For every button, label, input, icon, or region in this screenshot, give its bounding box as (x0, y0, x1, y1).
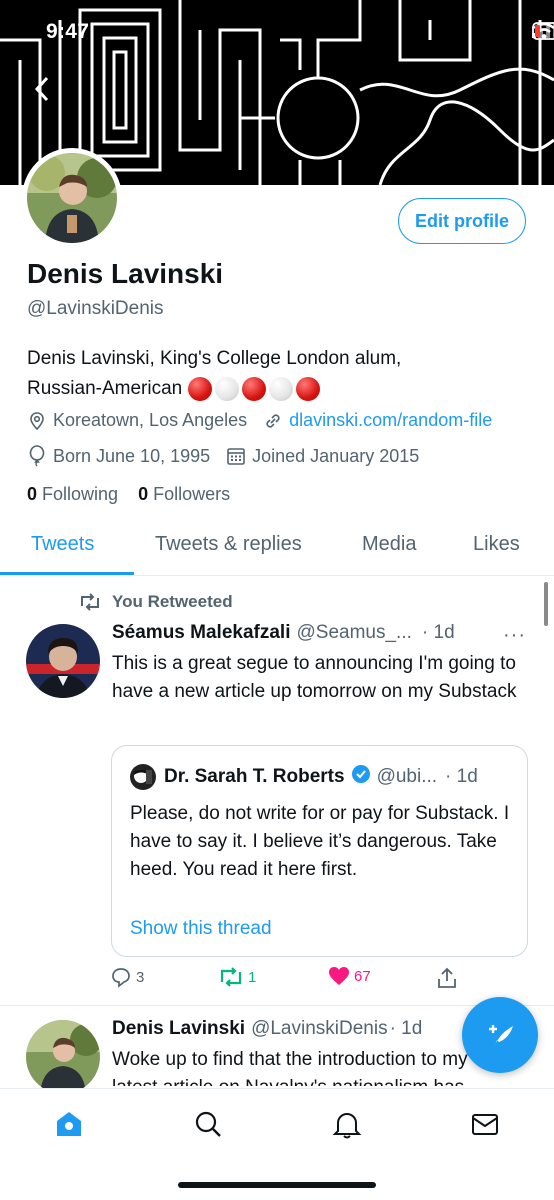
retweet-context-label: You Retweeted (112, 592, 233, 611)
tweet-time: · 1d (389, 1018, 423, 1039)
retweet-icon (78, 592, 102, 612)
profile-location: Koreatown, Los Angeles (53, 410, 248, 430)
quoted-tweet-text: Please, do not write for or pay for Subs… (130, 803, 510, 880)
link-icon (263, 411, 283, 431)
nav-search[interactable] (191, 1107, 225, 1141)
calendar-icon (226, 446, 246, 466)
verified-badge-icon (351, 764, 371, 790)
bio-line-2-text: Russian-American (27, 378, 183, 399)
status-time: 9:47 (46, 20, 90, 43)
tab-tweets-replies[interactable]: Tweets & replies (155, 533, 302, 556)
tweet-header: Denis Lavinski @LavinskiDenis · 1d (112, 1018, 422, 1040)
tweet-actions: 3 1 67 (110, 966, 470, 996)
tweet-author-name[interactable]: Denis Lavinski (112, 1018, 245, 1040)
avatar-image (26, 1020, 100, 1094)
profile-joined: Joined January 2015 (252, 445, 420, 466)
tweet-header: Séamus Malekafzali @Seamus_... · 1d (112, 622, 455, 644)
nav-notifications[interactable] (330, 1107, 364, 1141)
quoted-tweet-time: · 1d (445, 766, 478, 787)
profile-avatar[interactable] (22, 148, 122, 248)
tweet-author-avatar[interactable] (26, 1020, 100, 1094)
tweet-time: · 1d (421, 622, 455, 643)
following-link[interactable]: 0 Following (27, 484, 118, 504)
profile-birthday: Born June 10, 1995 (53, 445, 211, 466)
white-circle-icon (215, 377, 240, 401)
reply-count: 3 (136, 968, 145, 986)
mail-icon (472, 1114, 498, 1135)
profile-handle: @LavinskiDenis (27, 298, 164, 319)
tweet-text: This is a great segue to announcing I'm … (112, 653, 517, 702)
avatar-image (26, 624, 100, 698)
avatar-image (27, 153, 117, 243)
home-indicator (178, 1182, 376, 1188)
share-button[interactable] (436, 966, 462, 990)
tweet-author-avatar[interactable] (26, 624, 100, 698)
profile-meta-row-2: Born June 10, 1995 Joined January 2015 (27, 445, 419, 467)
flag-emoji-circles (188, 377, 321, 401)
tweet-author-name[interactable]: Séamus Malekafzali (112, 622, 290, 644)
followers-count: 0 (138, 484, 149, 504)
quoted-tweet-header: Dr. Sarah T. Roberts @ubi... · 1d (130, 764, 478, 790)
tweet-text: Woke up to find that the introduction to… (112, 1049, 468, 1086)
tab-tweets[interactable]: Tweets (31, 533, 94, 556)
share-icon (436, 966, 458, 990)
chevron-left-icon (34, 76, 49, 102)
tweet-divider (0, 1005, 554, 1006)
nav-messages[interactable] (468, 1107, 502, 1141)
compose-button[interactable] (462, 997, 538, 1073)
following-count: 0 (27, 484, 38, 504)
retweet-button[interactable]: 1 (218, 966, 256, 988)
quoted-author-handle: @ubi... (376, 766, 438, 787)
bio-line-2: Russian-American (27, 374, 537, 404)
compose-icon (489, 1025, 513, 1046)
followers-label: Followers (153, 484, 231, 504)
location-pin-icon (27, 411, 47, 431)
profile-tabs: Tweets Tweets & replies Media Likes (0, 520, 554, 576)
quoted-author-name: Dr. Sarah T. Roberts (164, 766, 345, 787)
retweet-count: 1 (248, 968, 257, 986)
retweet-icon (218, 966, 244, 988)
balloon-icon (27, 445, 47, 467)
profile-website-link[interactable]: dlavinski.com/random-file (289, 410, 492, 431)
red-circle-icon (188, 377, 213, 401)
scrollbar[interactable] (544, 582, 548, 626)
following-label: Following (42, 484, 119, 504)
reply-button[interactable]: 3 (110, 966, 144, 988)
quoted-tweet[interactable]: Dr. Sarah T. Roberts @ubi... · 1d Please… (111, 745, 528, 957)
red-circle-icon (296, 377, 321, 401)
like-count: 67 (354, 967, 371, 985)
followers-link[interactable]: 0 Followers (138, 484, 230, 504)
profile-name: Denis Lavinski (27, 258, 224, 289)
tab-likes[interactable]: Likes (473, 533, 520, 556)
show-thread-link[interactable]: Show this thread (130, 918, 272, 940)
search-icon (195, 1111, 221, 1137)
red-circle-icon (242, 377, 267, 401)
back-button[interactable] (34, 76, 64, 110)
follow-counts: 0 Following 0 Followers (27, 484, 230, 505)
tweet-author-handle: @LavinskiDenis (251, 1018, 388, 1039)
bio-line-1: Denis Lavinski, King's College London al… (27, 348, 402, 369)
heart-icon (328, 966, 350, 986)
tab-media[interactable]: Media (362, 533, 416, 556)
profile-bio: Denis Lavinski, King's College London al… (27, 344, 537, 404)
like-button[interactable]: 67 (328, 966, 371, 986)
reply-icon (110, 966, 132, 988)
bell-icon (332, 1113, 362, 1139)
tweet-author-handle: @Seamus_... (296, 622, 412, 643)
profile-meta-row-1: Koreatown, Los Angeles dlavinski.com/ran… (27, 410, 492, 431)
nav-home[interactable] (52, 1107, 86, 1141)
more-options-icon[interactable]: ··· (503, 624, 526, 647)
quoted-author-avatar (130, 764, 156, 790)
retweet-context: You Retweeted (78, 592, 233, 612)
home-icon (57, 1112, 81, 1136)
white-circle-icon (269, 377, 294, 401)
battery-icon (532, 22, 554, 40)
edit-profile-button[interactable]: Edit profile (398, 198, 526, 244)
active-tab-indicator (0, 572, 134, 575)
